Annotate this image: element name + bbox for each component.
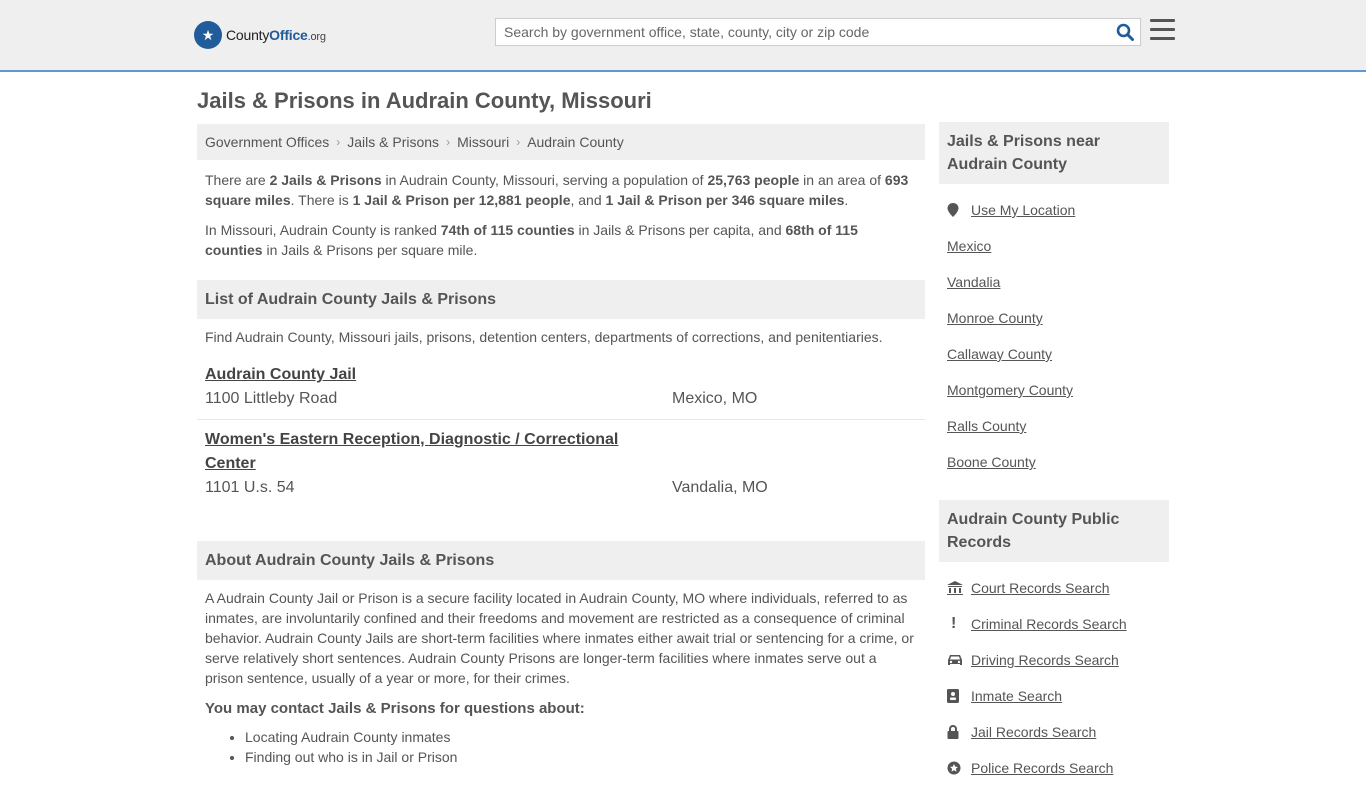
listing-name-link[interactable]: Women's Eastern Reception, Diagnostic / … — [205, 428, 645, 476]
records-link[interactable]: Jail Records Search — [971, 724, 1096, 740]
nearby-link[interactable]: Monroe County — [947, 310, 1043, 326]
breadcrumb-separator-icon: › — [516, 135, 521, 149]
sidebar-item-inmate-search: Inmate Search — [947, 678, 1161, 714]
list-item: Finding out who is in Jail or Prison — [245, 747, 925, 767]
listing-address: 1101 U.s. 54 — [205, 479, 295, 496]
eagle-seal-icon: ★ — [194, 21, 222, 49]
top-header: ★ CountyOffice.org — [0, 0, 1366, 72]
sidebar-item-use-location: Use My Location — [947, 192, 1161, 228]
sidebar-records: Audrain County Public Records Court Reco… — [939, 500, 1169, 786]
listing-city: Vandalia, MO — [672, 479, 768, 496]
sidebar-item-vandalia: Vandalia — [947, 264, 1161, 300]
sidebar-item-driving-records: Driving Records Search — [947, 642, 1161, 678]
sidebar-item-criminal-records: ! Criminal Records Search — [947, 606, 1161, 642]
page-title: Jails & Prisons in Audrain County, Misso… — [197, 88, 652, 113]
listing-name-link[interactable]: Audrain County Jail — [205, 363, 356, 387]
site-logo[interactable]: ★ CountyOffice.org — [194, 20, 326, 50]
intro-paragraph: There are 2 Jails & Prisons in Audrain C… — [205, 172, 909, 208]
breadcrumb-separator-icon: › — [336, 135, 341, 149]
breadcrumb-audrain-county[interactable]: Audrain County — [527, 134, 624, 150]
records-link[interactable]: Driving Records Search — [971, 652, 1119, 668]
breadcrumb: Government Offices › Jails & Prisons › M… — [197, 124, 925, 160]
search-input[interactable] — [496, 19, 1110, 45]
sidebar-item-boone-county: Boone County — [947, 444, 1161, 480]
sidebar-item-court-records: Court Records Search — [947, 570, 1161, 606]
listing-address: 1100 Littleby Road — [205, 390, 338, 407]
courthouse-icon — [947, 581, 971, 595]
records-link[interactable]: Inmate Search — [971, 688, 1062, 704]
listing-item: Audrain County Jail 1100 Littleby Road Me… — [197, 363, 925, 419]
list-section-heading: List of Audrain County Jails & Prisons — [197, 280, 925, 319]
search-icon — [1116, 23, 1134, 41]
records-link[interactable]: Police Records Search — [971, 760, 1113, 776]
listing-divider — [197, 419, 925, 420]
breadcrumb-government-offices[interactable]: Government Offices — [205, 134, 329, 150]
nearby-heading: Jails & Prisons near Audrain County — [939, 122, 1169, 184]
sidebar-nearby: Jails & Prisons near Audrain County Use … — [939, 122, 1169, 480]
use-my-location-link[interactable]: Use My Location — [971, 202, 1075, 218]
nearby-link[interactable]: Ralls County — [947, 418, 1026, 434]
id-badge-icon — [947, 689, 971, 703]
nearby-link[interactable]: Mexico — [947, 238, 991, 254]
search-button[interactable] — [1110, 19, 1140, 45]
breadcrumb-jails-prisons[interactable]: Jails & Prisons — [347, 134, 439, 150]
lock-icon — [947, 725, 971, 739]
logo-text: CountyOffice.org — [226, 27, 326, 43]
main-content: Government Offices › Jails & Prisons › M… — [197, 124, 925, 767]
records-heading: Audrain County Public Records — [939, 500, 1169, 562]
records-link[interactable]: Criminal Records Search — [971, 616, 1127, 632]
nearby-link[interactable]: Callaway County — [947, 346, 1052, 362]
car-icon — [947, 654, 971, 666]
breadcrumb-missouri[interactable]: Missouri — [457, 134, 509, 150]
sidebar-item-callaway-county: Callaway County — [947, 336, 1161, 372]
exclamation-icon: ! — [951, 615, 957, 632]
records-list: Court Records Search ! Criminal Records … — [939, 570, 1169, 786]
list-item: Locating Audrain County inmates — [245, 727, 925, 747]
map-pin-icon — [947, 203, 971, 217]
sidebar-item-monroe-county: Monroe County — [947, 300, 1161, 336]
sidebar-item-police-records: Police Records Search — [947, 750, 1161, 786]
listing-city: Mexico, MO — [672, 390, 758, 407]
records-link[interactable]: Court Records Search — [971, 580, 1110, 596]
nearby-link[interactable]: Boone County — [947, 454, 1036, 470]
ranking-paragraph: In Missouri, Audrain County is ranked 74… — [205, 222, 858, 258]
list-description: Find Audrain County, Missouri jails, pri… — [205, 329, 883, 345]
about-paragraph: A Audrain County Jail or Prison is a sec… — [205, 590, 914, 686]
sidebar-item-ralls-county: Ralls County — [947, 408, 1161, 444]
nearby-link[interactable]: Vandalia — [947, 274, 1000, 290]
about-section-heading: About Audrain County Jails & Prisons — [197, 541, 925, 580]
nearby-list: Use My Location Mexico Vandalia Monroe C… — [939, 192, 1169, 480]
sidebar-item-jail-records: Jail Records Search — [947, 714, 1161, 750]
sidebar-item-mexico: Mexico — [947, 228, 1161, 264]
contact-bullet-list: Locating Audrain County inmates Finding … — [197, 727, 925, 767]
search-bar — [495, 18, 1141, 46]
hamburger-menu-icon[interactable] — [1150, 19, 1175, 43]
listing-item: Women's Eastern Reception, Diagnostic / … — [197, 428, 925, 500]
contact-heading: You may contact Jails & Prisons for ques… — [205, 700, 585, 717]
police-icon — [947, 761, 971, 775]
sidebar-item-montgomery-county: Montgomery County — [947, 372, 1161, 408]
nearby-link[interactable]: Montgomery County — [947, 382, 1073, 398]
breadcrumb-separator-icon: › — [446, 135, 451, 149]
